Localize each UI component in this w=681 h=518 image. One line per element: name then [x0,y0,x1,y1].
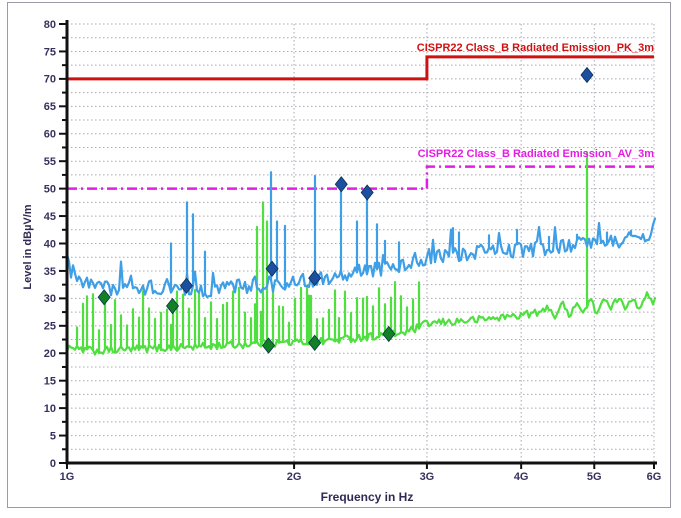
y-tick-label: 65 [44,101,56,113]
x-axis-title: Frequency in Hz [321,490,414,504]
y-tick-label: 80 [44,19,56,31]
y-tick-label: 35 [44,266,56,278]
av-limit-line [67,167,654,189]
y-tick-label: 55 [44,156,56,168]
x-tick-label: 6G [647,471,662,483]
peak-trace-marker [361,185,373,200]
average-trace-marker [98,290,110,305]
y-tick-label: 0 [50,458,56,470]
y-tick-label: 60 [44,129,56,141]
y-tick-label: 30 [44,293,56,305]
y-tick-label: 70 [44,74,56,86]
y-tick-label: 5 [50,430,56,442]
y-tick-label: 25 [44,321,56,333]
pk-limit-line [67,57,654,79]
peak-trace-marker [581,68,593,83]
x-tick-label: 4G [514,471,529,483]
average-trace-line [67,153,655,355]
x-tick-label: 5G [587,471,602,483]
y-tick-label: 20 [44,348,56,360]
chart-canvas: 0 5 10 15 20 25 30 35 40 45 50 55 60 65 70 75 80 1G 2G 3G 4G… [0,0,681,518]
x-tick-label: 1G [60,471,75,483]
y-tick-label: 40 [44,238,56,250]
pk-limit-label: CISPR22 Class_B Radiated Emission_PK_3m [417,42,654,54]
grid [67,24,654,463]
av-limit-label: CISPR22 Class_B Radiated Emission_AV_3m [418,148,654,160]
x-tick-label: 3G [420,471,435,483]
tick-labels: 0 5 10 15 20 25 30 35 40 45 50 55 60 65 70 75 80 1G 2G 3G 4G… [44,19,662,483]
y-tick-label: 50 [44,183,56,195]
peak-trace-marker [335,177,347,192]
y-axis-title: Level in dBµV/m [22,204,34,289]
peak-trace-line [67,172,655,297]
x-tick-label: 2G [287,471,302,483]
peak-trace-markers [180,68,593,294]
y-tick-label: 15 [44,376,56,388]
y-tick-label: 10 [44,403,56,415]
y-tick-label: 75 [44,46,56,58]
y-tick-label: 45 [44,211,56,223]
emc-emission-chart: 0 5 10 15 20 25 30 35 40 45 50 55 60 65 70 75 80 1G 2G 3G 4G… [0,0,681,518]
